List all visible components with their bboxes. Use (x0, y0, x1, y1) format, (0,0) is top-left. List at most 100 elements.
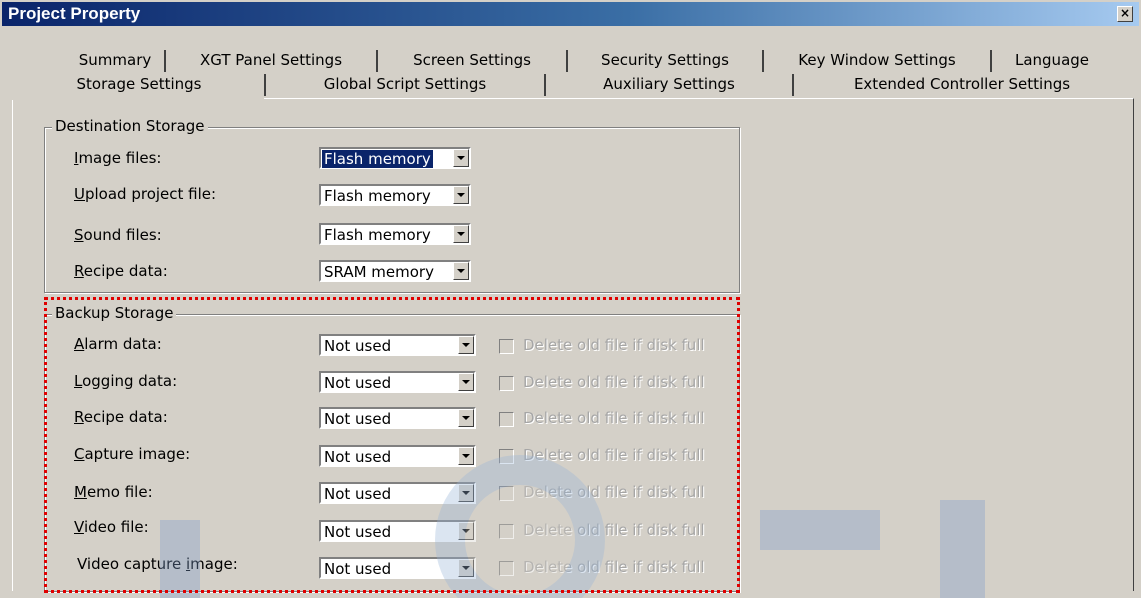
capture-image-delete-checkbox[interactable] (499, 449, 514, 464)
tab-storage-settings[interactable]: Storage Settings (14, 74, 266, 96)
recipe-data-backup-value: Not used (324, 410, 392, 428)
video-capture-image-delete-checkbox[interactable] (499, 561, 514, 576)
tab-language[interactable]: Language (992, 50, 1112, 72)
recipe-data-dest-label: Recipe data: (74, 262, 168, 280)
alarm-data-delete-label: Delete old file if disk full (523, 336, 705, 354)
window-title: Project Property (8, 4, 141, 23)
memo-file-select[interactable]: Not used (319, 482, 476, 504)
logging-data-delete-label: Delete old file if disk full (523, 373, 705, 391)
tab-key-window-settings[interactable]: Key Window Settings (764, 50, 992, 72)
video-capture-image-label: Video capture image: (77, 555, 238, 573)
chevron-down-icon[interactable] (458, 559, 474, 577)
image-files-label-text: mage files: (78, 149, 162, 167)
tab-label: Summary (78, 51, 152, 69)
chevron-down-icon[interactable] (458, 373, 474, 391)
video-capture-image-select[interactable]: Not used (319, 557, 476, 579)
memo-file-delete-checkbox[interactable] (499, 486, 514, 501)
tab-label: Language (1014, 51, 1090, 69)
recipe-data-dest-select[interactable]: SRAM memory (319, 260, 471, 282)
recipe-data-dest-label-text: ecipe data: (83, 262, 168, 280)
capture-image-label: Capture image: (74, 445, 190, 463)
alarm-data-value: Not used (324, 337, 392, 355)
recipe-data-delete-label: Delete old file if disk full (523, 409, 705, 427)
destination-storage-title: Destination Storage (52, 117, 208, 135)
sound-files-label: Sound files: (74, 226, 162, 244)
sound-files-value: Flash memory (324, 226, 431, 244)
video-file-delete-checkbox[interactable] (499, 524, 514, 539)
capture-image-label-text: apture image: (84, 445, 191, 463)
tab-label: XGT Panel Settings (199, 51, 343, 69)
chevron-down-icon[interactable] (453, 262, 469, 280)
recipe-data-dest-label-accel: R (74, 262, 84, 280)
tab-label: Security Settings (601, 51, 729, 69)
tab-screen-settings[interactable]: Screen Settings (378, 50, 568, 72)
chevron-down-icon[interactable] (458, 522, 474, 540)
tab-summary[interactable]: Summary (66, 50, 166, 72)
tab-auxiliary-settings[interactable]: Auxiliary Settings (546, 74, 794, 96)
chevron-down-icon[interactable] (458, 447, 474, 465)
tab-label: Global Script Settings (323, 75, 487, 93)
video-file-delete-label: Delete old file if disk full (523, 521, 705, 539)
chevron-down-icon[interactable] (453, 149, 469, 167)
recipe-data-delete-checkbox[interactable] (499, 412, 514, 427)
alarm-data-label-text: larm data: (84, 335, 162, 353)
image-files-value: Flash memory (321, 149, 434, 169)
video-file-label-accel: V (74, 518, 84, 536)
video-file-value: Not used (324, 523, 392, 541)
recipe-data-dest-value: SRAM memory (324, 263, 434, 281)
alarm-data-delete-checkbox[interactable] (499, 339, 514, 354)
alarm-data-select[interactable]: Not used (319, 334, 476, 356)
capture-image-delete-label: Delete old file if disk full (523, 446, 705, 464)
chevron-down-icon[interactable] (453, 186, 469, 204)
close-button[interactable]: × (1117, 6, 1133, 22)
project-property-dialog: Project Property × Summary XGT Panel Set… (0, 0, 1141, 598)
chevron-down-icon[interactable] (458, 484, 474, 502)
logging-data-delete-checkbox[interactable] (499, 376, 514, 391)
video-file-label: Video file: (74, 518, 149, 536)
upload-project-file-label: Upload project file: (74, 185, 216, 203)
title-bar[interactable]: Project Property × (2, 2, 1139, 26)
memo-file-label: Memo file: (74, 483, 153, 501)
upload-project-file-label-text: pload project file: (84, 185, 217, 203)
backup-storage-title: Backup Storage (52, 304, 177, 322)
logging-data-label: Logging data: (74, 372, 177, 390)
video-file-select[interactable]: Not used (319, 520, 476, 542)
capture-image-value: Not used (324, 448, 392, 466)
tab-label: Key Window Settings (798, 51, 956, 69)
tab-xgt-panel-settings[interactable]: XGT Panel Settings (166, 50, 378, 72)
capture-image-select[interactable]: Not used (319, 445, 476, 467)
tab-label: Screen Settings (413, 51, 531, 69)
upload-project-file-value: Flash memory (324, 187, 431, 205)
upload-project-file-label-accel: U (74, 185, 85, 203)
memo-file-delete-label: Delete old file if disk full (523, 483, 705, 501)
logging-data-label-text: ogging data: (82, 372, 178, 390)
chevron-down-icon[interactable] (453, 225, 469, 243)
sound-files-select[interactable]: Flash memory (319, 223, 471, 245)
image-files-label: Image files: (74, 149, 161, 167)
active-tab-connector (12, 98, 264, 100)
recipe-data-backup-select[interactable]: Not used (319, 407, 476, 429)
memo-file-value: Not used (324, 485, 392, 503)
memo-file-label-accel: M (74, 483, 87, 501)
logging-data-value: Not used (324, 374, 392, 392)
alarm-data-label: Alarm data: (74, 335, 162, 353)
chevron-down-icon[interactable] (458, 409, 474, 427)
sound-files-label-text: ound files: (83, 226, 162, 244)
tab-global-script-settings[interactable]: Global Script Settings (266, 74, 546, 96)
capture-image-label-accel: C (74, 445, 85, 463)
video-file-label-text: ideo file: (83, 518, 149, 536)
video-capture-image-label-pre: Video capture (77, 555, 186, 573)
recipe-data-backup-label-accel: R (74, 408, 84, 426)
memo-file-label-text: emo file: (86, 483, 153, 501)
sound-files-label-accel: S (74, 226, 84, 244)
tab-label: Storage Settings (76, 75, 202, 93)
tab-label: Extended Controller Settings (853, 75, 1071, 93)
chevron-down-icon[interactable] (458, 336, 474, 354)
tab-security-settings[interactable]: Security Settings (568, 50, 764, 72)
video-capture-image-label-text: mage: (190, 555, 238, 573)
upload-project-file-select[interactable]: Flash memory (319, 184, 471, 206)
logging-data-select[interactable]: Not used (319, 371, 476, 393)
video-capture-image-delete-label: Delete old file if disk full (523, 558, 705, 576)
image-files-select[interactable]: Flash memory (319, 147, 471, 169)
tab-extended-controller-settings[interactable]: Extended Controller Settings (794, 74, 1130, 96)
